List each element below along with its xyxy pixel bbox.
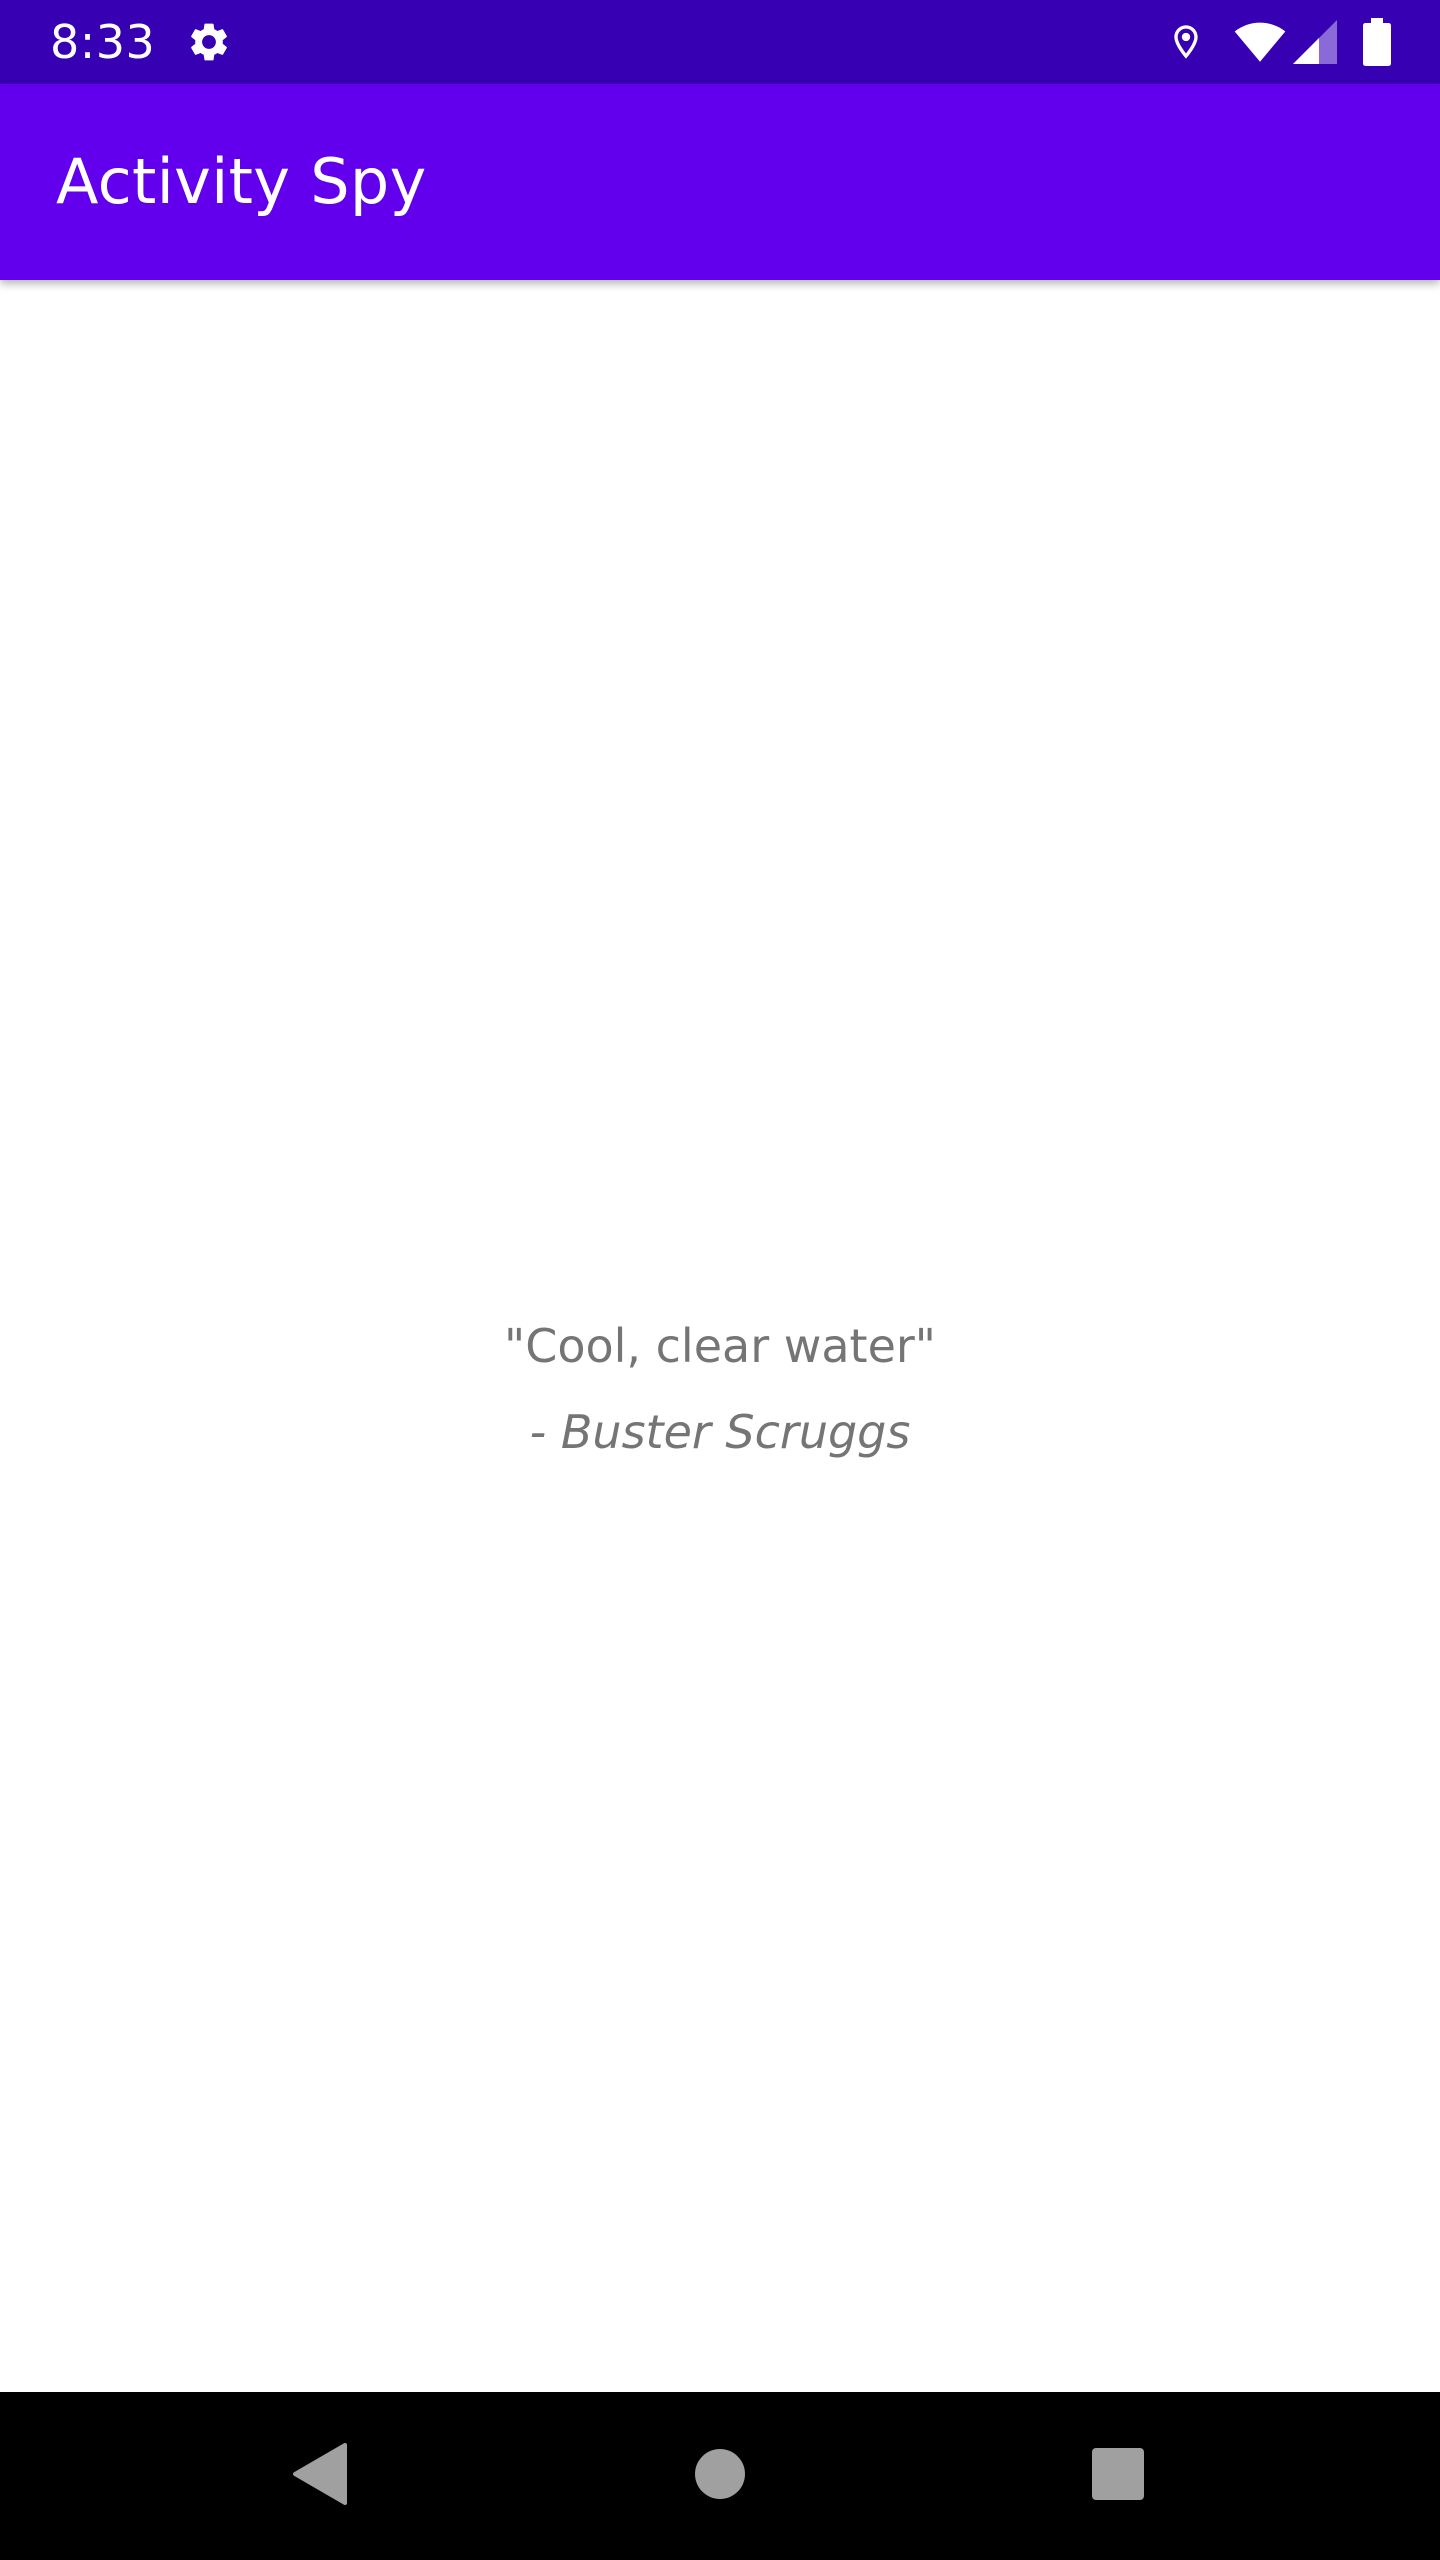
cell-signal-icon xyxy=(1290,0,1340,84)
quote-block: "Cool, clear water" - Buster Scruggs xyxy=(0,1303,1440,1475)
navigation-bar xyxy=(0,2392,1440,2560)
status-bar: 8:33 xyxy=(0,0,1440,84)
battery-icon xyxy=(1352,0,1402,84)
home-button[interactable] xyxy=(640,2392,800,2560)
status-time: 8:33 xyxy=(50,15,156,69)
app-title: Activity Spy xyxy=(56,145,427,218)
wifi-icon xyxy=(1228,0,1292,84)
back-icon xyxy=(291,2443,349,2509)
main-content: "Cool, clear water" - Buster Scruggs xyxy=(0,280,1440,2392)
home-icon xyxy=(694,2448,746,2504)
back-button[interactable] xyxy=(240,2392,400,2560)
quote-author: - Buster Scruggs xyxy=(529,1405,911,1459)
settings-gear-icon xyxy=(180,0,238,84)
app-bar: Activity Spy xyxy=(0,84,1440,280)
recents-icon xyxy=(1091,2447,1145,2505)
quote-text: "Cool, clear water" xyxy=(504,1319,936,1373)
screen: 8:33 Activity Spy "Cool, clear water" - … xyxy=(0,0,1440,2560)
location-icon xyxy=(1160,0,1212,84)
recents-button[interactable] xyxy=(1038,2392,1198,2560)
